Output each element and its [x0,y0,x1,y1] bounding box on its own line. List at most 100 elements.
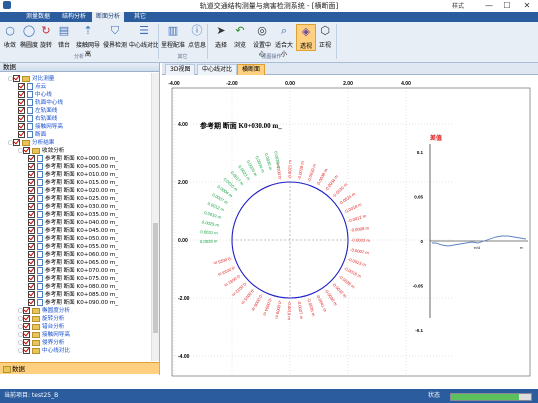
tree-checkbox[interactable] [23,331,30,338]
tree-checkbox[interactable] [18,107,25,114]
tree-item[interactable]: 参考期 断面 K0+025.00 m_ [28,195,118,203]
menu-tab[interactable]: 测量数据 [22,12,54,22]
tree-item[interactable]: ▢ 旋转分析 [18,315,64,323]
style-menu[interactable]: 样式 [452,1,464,10]
tree-item[interactable]: 参考期 断面 K0+050.00 m_ [28,235,118,243]
tree-checkbox[interactable] [28,179,35,186]
tree-checkbox[interactable] [28,155,35,162]
tree-item[interactable]: ▢ 分析结果 [8,139,54,147]
tree-checkbox[interactable] [28,299,35,306]
document-icon [37,155,43,162]
cross-section-plot[interactable]: -4.00 -2.00 0.00 2.00 4.00 4.00 2.00 0.00 -2.00 -… [162,74,538,388]
document-icon [27,99,33,106]
ribbon-button-3[interactable]: ▤ 错台 [56,24,72,49]
tree-item[interactable]: ▢ 中心线对比 [18,347,70,355]
tree-checkbox[interactable] [13,75,20,82]
tree-item[interactable]: ▢ 侵界分析 [18,339,64,347]
tree-checkbox[interactable] [18,123,25,130]
close-button[interactable]: ✕ [520,0,534,12]
tree-item[interactable]: ▢ 对比测量 [8,75,54,83]
tree-checkbox[interactable] [28,195,35,202]
tree-checkbox[interactable] [28,219,35,226]
tree-checkbox[interactable] [13,139,20,146]
tree-item[interactable]: 参考期 断面 K0+030.00 m_ [28,203,118,211]
tree-item[interactable]: 参考期 断面 K0+015.00 m_ [28,179,118,187]
ribbon-button-10[interactable]: ↶ 浏览 [231,24,249,49]
tree-checkbox[interactable] [28,163,35,170]
tree-item[interactable]: ▢ 接触网导高 [18,331,70,339]
tree-checkbox[interactable] [28,171,35,178]
tree-checkbox[interactable] [23,315,30,322]
ribbon-button-7[interactable]: ▥ 里程配准 [161,24,185,49]
tree-checkbox[interactable] [28,187,35,194]
ribbon-button-14[interactable]: ⬡ 正视 [316,24,334,49]
tree-checkbox[interactable] [28,243,35,250]
maximize-button[interactable]: ☐ [500,0,514,12]
tree-item-label: 断面 [35,132,47,138]
pan-icon: ↶ [235,24,245,37]
tree-checkbox[interactable] [23,307,30,314]
tree-checkbox[interactable] [28,203,35,210]
tree-item[interactable]: 参考期 断面 K0+090.00 m_ [28,299,118,307]
menu-tab[interactable]: 其它 [130,12,150,22]
ribbon-button-2[interactable]: ↻ 旋转 [38,24,54,49]
tree-item[interactable]: 点云 [18,83,46,91]
ribbon-button-5[interactable]: ⛉ 侵界检测 [103,24,127,49]
tree-checkbox[interactable] [18,99,25,106]
tree-checkbox[interactable] [18,83,25,90]
tree-item[interactable]: 参考期 断面 K0+065.00 m_ [28,259,118,267]
tree-checkbox[interactable] [28,259,35,266]
tree-item[interactable]: 左轨面线 [18,107,57,115]
tree-checkbox[interactable] [28,227,35,234]
tree-item[interactable]: 轨面中心线 [18,99,63,107]
x-tick-label: -4.00 [168,81,180,87]
tree-checkbox[interactable] [28,251,35,258]
tree-item[interactable]: 中心线 [18,91,52,99]
tree-item[interactable]: 右轨面线 [18,115,57,123]
tree-item[interactable]: ▢ 椭圆度分析 [18,307,70,315]
tree-item[interactable]: 参考期 断面 K0+085.00 m_ [28,291,118,299]
tree-item[interactable]: 参考期 断面 K0+005.00 m_ [28,163,118,171]
tree-checkbox[interactable] [28,283,35,290]
tree-checkbox[interactable] [18,91,25,98]
tree-item[interactable]: 参考期 断面 K0+010.00 m_ [28,171,118,179]
ribbon-button-8[interactable]: ⓘ 点信息 [185,24,209,49]
tree-checkbox[interactable] [18,115,25,122]
ribbon-button-0[interactable]: ○ 收敛 [2,24,18,49]
tree-item[interactable]: 参考期 断面 K0+080.00 m_ [28,283,118,291]
ribbon-button-9[interactable]: ➤ 选择 [213,24,229,49]
tree-checkbox[interactable] [28,291,35,298]
tree-checkbox[interactable] [23,147,30,154]
tree-item[interactable]: 参考期 断面 K0+060.00 m_ [28,251,118,259]
tree-item-label: 参考期 断面 K0+060.00 m_ [45,252,119,258]
data-panel-footer[interactable]: 数据 [0,362,159,374]
tree-checkbox[interactable] [28,235,35,242]
tree-checkbox[interactable] [28,211,35,218]
tree-item[interactable]: ▢ 错台分析 [18,323,64,331]
ribbon-button-1[interactable]: ◯ 椭圆度 [20,24,38,49]
tree-item[interactable]: 参考期 断面 K0+035.00 m_ [28,211,118,219]
tree-item[interactable]: ▢ 收敛分析 [18,147,64,155]
menu-tab[interactable]: 结构分析 [58,12,90,22]
tree-checkbox[interactable] [23,339,30,346]
tree-item[interactable]: 断面 [18,131,46,139]
tree-item[interactable]: 参考期 断面 K0+070.00 m_ [28,267,118,275]
tree-item[interactable]: 参考期 断面 K0+020.00 m_ [28,187,118,195]
tree-checkbox[interactable] [23,323,30,330]
ribbon-button-6[interactable]: ☰ 中心线对比 [128,24,160,49]
tree-checkbox[interactable] [28,267,35,274]
tree-item[interactable]: 参考期 断面 K0+055.00 m_ [28,243,118,251]
tree-item[interactable]: 参考期 断面 K0+040.00 m_ [28,219,118,227]
tree-item[interactable]: 参考期 断面 K0+000.00 m_ [28,155,118,163]
minimize-button[interactable]: — [482,0,496,12]
tree-scrollbar[interactable] [151,73,159,361]
tree-item[interactable]: 接触网导高 [18,123,63,131]
tree-item[interactable]: 参考期 断面 K0+075.00 m_ [28,275,118,283]
tree-checkbox[interactable] [28,275,35,282]
menu-tab[interactable]: 断面分析 [92,12,125,22]
ribbon-button-13[interactable]: ◈ 透视 [296,24,316,51]
tree-checkbox[interactable] [23,347,30,354]
tree-item[interactable]: 参考期 断面 K0+045.00 m_ [28,227,118,235]
tree-checkbox[interactable] [18,131,25,138]
tree-scrollbar-thumb[interactable] [153,223,158,333]
